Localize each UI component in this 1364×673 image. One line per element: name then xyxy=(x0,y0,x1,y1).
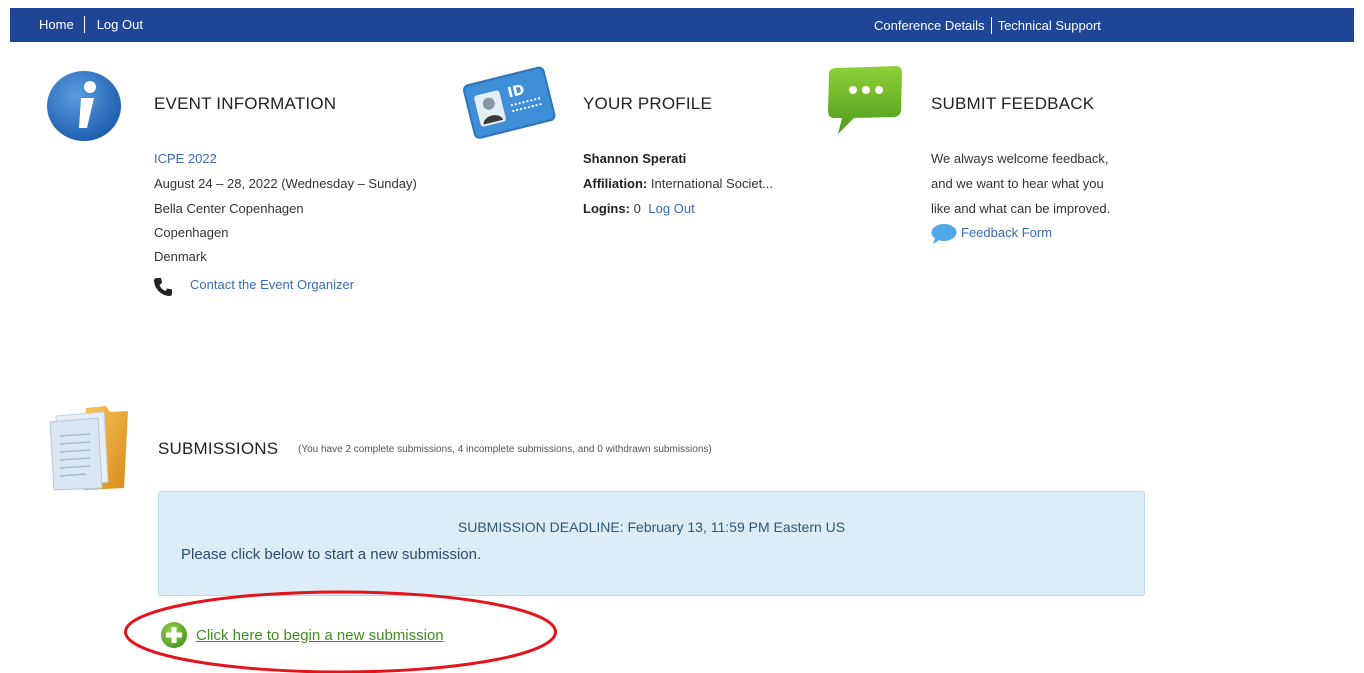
chat-bubble-icon xyxy=(828,66,902,134)
feedback-text-1: We always welcome feedback, xyxy=(931,151,1109,166)
logout-link[interactable]: Log Out xyxy=(97,17,143,32)
info-icon xyxy=(47,71,121,141)
technical-support-link[interactable]: Technical Support xyxy=(998,18,1101,33)
submissions-summary: (You have 2 complete submissions, 4 inco… xyxy=(298,444,712,455)
feedback-title: SUBMIT FEEDBACK xyxy=(931,94,1095,113)
phone-icon xyxy=(154,278,172,296)
top-nav-left: Home Log Out xyxy=(39,16,143,33)
feedback-text-2: and we want to hear what you xyxy=(931,176,1104,191)
conference-details-link[interactable]: Conference Details xyxy=(874,18,985,33)
profile-title: YOUR PROFILE xyxy=(583,94,712,113)
logins-count: 0 xyxy=(633,201,641,216)
profile-affiliation: Affiliation: International Societ... xyxy=(583,176,773,191)
feedback-form-link[interactable]: Feedback Form xyxy=(961,225,1052,240)
event-info-title: EVENT INFORMATION xyxy=(154,94,337,113)
home-link[interactable]: Home xyxy=(39,17,74,32)
submission-instruction: Please click below to start a new submis… xyxy=(181,546,482,563)
nav-divider xyxy=(990,17,992,34)
event-venue: Bella Center Copenhagen xyxy=(154,201,304,216)
profile-logout-link[interactable]: Log Out xyxy=(648,201,694,216)
documents-folder-icon xyxy=(49,406,128,491)
new-submission-link[interactable]: Click here to begin a new submission xyxy=(196,627,444,644)
top-nav-right: Conference Details Technical Support xyxy=(874,17,1101,34)
contact-organizer-link[interactable]: Contact the Event Organizer xyxy=(190,277,354,292)
profile-name: Shannon Sperati xyxy=(583,151,687,166)
logins-label: Logins: xyxy=(583,201,630,216)
profile-logins: Logins: 0 Log Out xyxy=(583,201,695,216)
affiliation-value: International Societ... xyxy=(650,176,774,191)
event-dates: August 24 – 28, 2022 (Wednesday – Sunday… xyxy=(154,176,417,191)
top-nav-bar: Home Log Out Conference Details Technica… xyxy=(10,8,1354,42)
id-card-icon: ID xyxy=(462,66,556,139)
affiliation-label: Affiliation: xyxy=(583,176,648,191)
nav-divider xyxy=(83,16,85,33)
event-country: Denmark xyxy=(154,249,207,264)
deadline-notice: SUBMISSION DEADLINE: February 13, 11:59 … xyxy=(158,491,1145,596)
event-name-link[interactable]: ICPE 2022 xyxy=(154,151,217,166)
new-submission-row: Click here to begin a new submission xyxy=(160,621,444,649)
event-city: Copenhagen xyxy=(154,225,229,240)
submissions-title: SUBMISSIONS xyxy=(158,439,279,458)
feedback-text-3: like and what can be improved. xyxy=(931,201,1111,216)
submission-deadline: SUBMISSION DEADLINE: February 13, 11:59 … xyxy=(457,519,846,535)
plus-circle-icon[interactable] xyxy=(160,621,188,649)
feedback-bubble-icon xyxy=(931,224,957,244)
